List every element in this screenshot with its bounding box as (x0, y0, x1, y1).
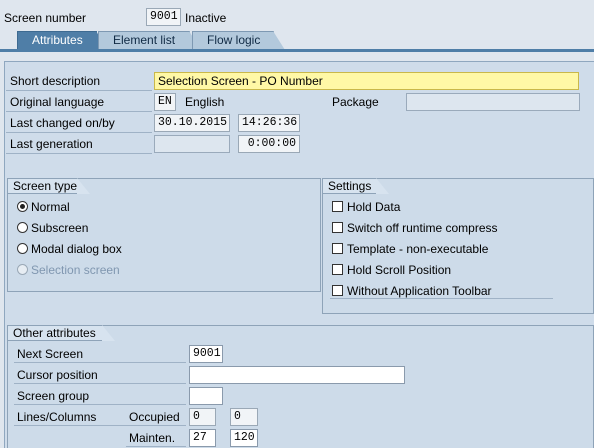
settings-title: Settings (322, 178, 389, 194)
last-generation-label: Last generation (10, 137, 93, 151)
next-screen-label: Next Screen (17, 347, 84, 361)
checkbox-template-non-executable-label[interactable]: Template - non-executable (347, 242, 488, 256)
settings-divider (330, 298, 553, 299)
row-divider (126, 446, 186, 447)
cursor-position-label: Cursor position (17, 368, 98, 382)
original-language-label: Original language (10, 95, 105, 109)
checkbox-hold-data[interactable] (332, 201, 343, 212)
tab-attributes-label: Attributes (32, 33, 83, 47)
screen-number-label: Screen number (4, 11, 87, 25)
language-code-field[interactable]: EN (154, 93, 176, 111)
checkbox-hold-scroll-position[interactable] (332, 264, 343, 275)
package-field[interactable] (406, 93, 580, 111)
row-divider (6, 111, 152, 112)
last-generation-date-field[interactable] (154, 135, 230, 153)
language-name: English (185, 95, 225, 109)
checkbox-switch-off-runtime-compress[interactable] (332, 222, 343, 233)
last-changed-label: Last changed on/by (10, 116, 115, 130)
tab-flow-logic-label: Flow logic (207, 33, 261, 47)
row-divider (14, 425, 186, 426)
tab-element-list-label: Element list (113, 33, 176, 47)
radio-selection-screen (17, 264, 28, 275)
settings-title-text: Settings (328, 179, 372, 193)
radio-subscreen-label[interactable]: Subscreen (31, 221, 88, 235)
occupied-columns-field[interactable]: 0 (230, 408, 258, 426)
radio-normal-label[interactable]: Normal (31, 200, 70, 214)
package-label: Package (332, 95, 379, 109)
occupied-label: Occupied (129, 410, 180, 424)
other-attributes-title: Other attributes (7, 325, 115, 341)
screen-type-title-text: Screen type (13, 179, 78, 193)
screen-group-input[interactable] (189, 387, 223, 405)
mainten-columns-input[interactable]: 120 (230, 429, 258, 447)
checkbox-hold-scroll-position-label[interactable]: Hold Scroll Position (347, 263, 451, 277)
tab-flow-logic[interactable]: Flow logic (192, 31, 285, 50)
screen-type-title: Screen type (7, 178, 90, 194)
screen-number-field[interactable]: 9001 (146, 8, 181, 26)
short-description-label: Short description (10, 74, 101, 88)
radio-subscreen[interactable] (17, 222, 28, 233)
short-description-input[interactable]: Selection Screen - PO Number (154, 72, 579, 90)
checkbox-template-non-executable[interactable] (332, 243, 343, 254)
row-divider (14, 383, 186, 384)
radio-normal[interactable] (17, 201, 28, 212)
tab-attributes[interactable]: Attributes (17, 31, 108, 50)
last-changed-time-field[interactable]: 14:26:36 (238, 114, 300, 132)
radio-selection-screen-label: Selection screen (31, 263, 120, 277)
lines-columns-label: Lines/Columns (17, 410, 97, 424)
row-divider (14, 404, 186, 405)
row-divider (14, 362, 186, 363)
checkbox-without-app-toolbar[interactable] (332, 285, 343, 296)
last-generation-time-field[interactable]: 0:00:00 (238, 135, 300, 153)
occupied-lines-field[interactable]: 0 (189, 408, 216, 426)
last-changed-date-field[interactable]: 30.10.2015 (154, 114, 230, 132)
screen-group-label: Screen group (17, 389, 90, 403)
status-text: Inactive (185, 11, 227, 25)
checkbox-hold-data-label[interactable]: Hold Data (347, 200, 400, 214)
mainten-label: Mainten. (129, 431, 176, 445)
next-screen-input[interactable]: 9001 (189, 345, 223, 363)
checkbox-switch-off-runtime-compress-label[interactable]: Switch off runtime compress (347, 221, 498, 235)
tab-strip-border (0, 49, 594, 52)
row-divider (6, 132, 152, 133)
row-divider (6, 90, 152, 91)
cursor-position-input[interactable] (189, 366, 405, 384)
row-divider (6, 153, 152, 154)
radio-modal-dialog-label[interactable]: Modal dialog box (31, 242, 122, 256)
other-attributes-group: Other attributes (7, 325, 594, 448)
tab-element-list[interactable]: Element list (98, 31, 201, 50)
mainten-lines-input[interactable]: 27 (189, 429, 216, 447)
other-attributes-title-text: Other attributes (13, 326, 96, 340)
checkbox-without-app-toolbar-label[interactable]: Without Application Toolbar (347, 284, 492, 298)
radio-modal-dialog[interactable] (17, 243, 28, 254)
